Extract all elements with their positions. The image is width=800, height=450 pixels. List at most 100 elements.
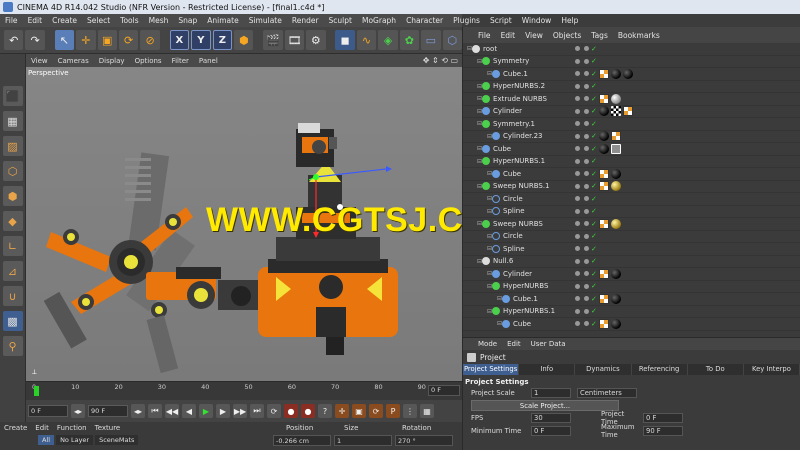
render-visibility-dot[interactable]	[584, 183, 589, 189]
render-visibility-dot[interactable]	[584, 208, 589, 214]
position-key-icon[interactable]: ✛	[335, 404, 349, 418]
texture-mode-icon[interactable]: ▦	[2, 111, 23, 131]
render-visibility-dot[interactable]	[584, 71, 589, 77]
viewport-navigation-icons[interactable]: ✥ ⇕ ⟲ ▭	[418, 56, 462, 65]
end-frame-field[interactable]: 90 F	[88, 405, 128, 417]
locked-workplane-icon[interactable]: ⚲	[2, 336, 23, 356]
x-rotation-field[interactable]: 270 °	[395, 435, 453, 446]
scale-key-icon[interactable]: ▣	[352, 404, 366, 418]
tab-project-settings[interactable]: Project Settings	[463, 364, 520, 375]
editor-visibility-dot[interactable]	[575, 158, 580, 164]
object-row[interactable]: ⊟ Cube ✓	[463, 318, 800, 331]
material-tab-scenemats[interactable]: SceneMats	[95, 435, 139, 445]
object-row[interactable]: ⊟ root ✓	[463, 43, 800, 56]
tweak-mode-icon[interactable]: ⊿	[2, 261, 23, 281]
rotate-icon[interactable]: ⟳	[118, 30, 139, 50]
editor-visibility-dot[interactable]	[575, 46, 580, 52]
enabled-check-icon[interactable]: ✓	[591, 220, 597, 228]
menu-tools[interactable]: Tools	[115, 16, 143, 25]
render-visibility-dot[interactable]	[584, 146, 589, 152]
polygons-mode-icon[interactable]: ◆	[2, 211, 23, 231]
tab-referencing[interactable]: Referencing	[632, 364, 688, 375]
enabled-check-icon[interactable]: ✓	[591, 45, 597, 53]
current-frame-field[interactable]: 0 F	[428, 385, 460, 396]
tab-key-interpolation[interactable]: Key Interpo	[744, 364, 800, 375]
snap-icon[interactable]: ∪	[2, 286, 23, 306]
editor-visibility-dot[interactable]	[575, 96, 580, 102]
enabled-check-icon[interactable]: ✓	[591, 95, 597, 103]
menu-select[interactable]: Select	[82, 16, 115, 25]
om-menu-view[interactable]: View	[520, 31, 548, 40]
enabled-check-icon[interactable]: ✓	[591, 207, 597, 215]
enabled-check-icon[interactable]: ✓	[591, 245, 597, 253]
render-visibility-dot[interactable]	[584, 221, 589, 227]
render-settings-icon[interactable]: ⚙	[306, 30, 326, 50]
menu-plugins[interactable]: Plugins	[448, 16, 485, 25]
enabled-check-icon[interactable]: ✓	[591, 195, 597, 203]
live-selection-icon[interactable]: ↖	[54, 30, 75, 50]
render-visibility-dot[interactable]	[584, 196, 589, 202]
x-axis-lock-icon[interactable]: X	[169, 30, 190, 50]
editor-visibility-dot[interactable]	[575, 58, 580, 64]
render-visibility-dot[interactable]	[584, 233, 589, 239]
phong-tag-icon[interactable]	[599, 318, 609, 329]
material-menu-create[interactable]: Create	[0, 424, 31, 432]
object-row[interactable]: ⊟ Cube.1 ✓	[463, 68, 800, 81]
scene-icon[interactable]: ⬡	[442, 30, 462, 50]
object-row[interactable]: ⊟ Cylinder ✓	[463, 268, 800, 281]
project-time-field[interactable]: 0 F	[643, 413, 683, 423]
material-tag-icon[interactable]	[611, 181, 621, 192]
editor-visibility-dot[interactable]	[575, 71, 580, 77]
enabled-check-icon[interactable]: ✓	[591, 107, 597, 115]
object-row[interactable]: ⊟ Symmetry ✓	[463, 56, 800, 68]
viewport-menu-view[interactable]: View	[26, 57, 53, 65]
om-menu-objects[interactable]: Objects	[548, 31, 586, 40]
viewport-menu-display[interactable]: Display	[94, 57, 130, 65]
om-menu-edit[interactable]: Edit	[496, 31, 521, 40]
enabled-check-icon[interactable]: ✓	[591, 132, 597, 140]
render-visibility-dot[interactable]	[584, 83, 589, 89]
autokeying-icon[interactable]: ●	[301, 404, 315, 418]
perspective-viewport[interactable]: Perspective WWW.CGTSJ.C ⟂	[26, 67, 462, 381]
object-row[interactable]: ⊟ Null.6 ✓	[463, 256, 800, 268]
material-tab-all[interactable]: All	[38, 435, 55, 445]
deformer-icon[interactable]: ▭	[421, 30, 441, 50]
next-frame-icon[interactable]: ▶	[216, 404, 230, 418]
editor-visibility-dot[interactable]	[575, 246, 580, 252]
project-scale-unit-select[interactable]: Centimeters	[577, 388, 637, 398]
enabled-check-icon[interactable]: ✓	[591, 70, 597, 78]
object-row[interactable]: ⊟ Sweep NURBS ✓	[463, 218, 800, 231]
selection-tag-icon[interactable]	[611, 143, 621, 154]
object-row[interactable]: ⊟ Circle ✓	[463, 231, 800, 243]
points-mode-icon[interactable]: ⬡	[2, 161, 23, 181]
am-menu-mode[interactable]: Mode	[473, 340, 502, 348]
cube-object-icon[interactable]: ◼	[335, 30, 355, 50]
menu-simulate[interactable]: Simulate	[244, 16, 287, 25]
viewport-menu-panel[interactable]: Panel	[194, 57, 223, 65]
editor-visibility-dot[interactable]	[575, 183, 580, 189]
start-frame-field[interactable]: 0 F	[28, 405, 68, 417]
end-frame-stepper-icon[interactable]: ◂▸	[131, 404, 145, 418]
om-menu-tags[interactable]: Tags	[586, 31, 613, 40]
viewport-menu-options[interactable]: Options	[130, 57, 167, 65]
viewport-menu-filter[interactable]: Filter	[167, 57, 194, 65]
object-row[interactable]: ⊟ Cube ✓	[463, 168, 800, 181]
render-visibility-dot[interactable]	[584, 246, 589, 252]
enabled-check-icon[interactable]: ✓	[591, 120, 597, 128]
project-scale-field[interactable]: 1	[531, 388, 571, 398]
render-visibility-dot[interactable]	[584, 271, 589, 277]
render-visibility-dot[interactable]	[584, 296, 589, 302]
material-menu-edit[interactable]: Edit	[31, 424, 53, 432]
start-frame-stepper-icon[interactable]: ◂▸	[71, 404, 85, 418]
material-tag-icon[interactable]	[611, 293, 621, 304]
editor-visibility-dot[interactable]	[575, 196, 580, 202]
editor-visibility-dot[interactable]	[575, 146, 580, 152]
editor-visibility-dot[interactable]	[575, 171, 580, 177]
rotation-key-icon[interactable]: ⟳	[369, 404, 383, 418]
enabled-check-icon[interactable]: ✓	[591, 320, 597, 328]
render-visibility-dot[interactable]	[584, 108, 589, 114]
editor-visibility-dot[interactable]	[575, 83, 580, 89]
y-axis-lock-icon[interactable]: Y	[191, 30, 211, 50]
object-row[interactable]: ⊟ Sweep NURBS.1 ✓	[463, 181, 800, 193]
material-tag-icon[interactable]	[599, 143, 609, 154]
